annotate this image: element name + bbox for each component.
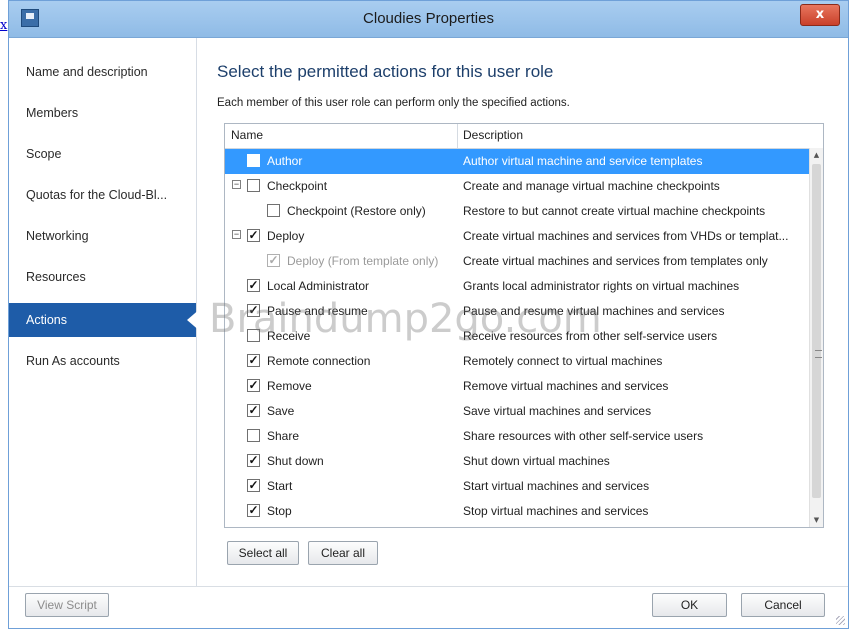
- select-all-button[interactable]: Select all: [227, 541, 299, 565]
- table-row[interactable]: ✓ Save Save virtual machines and service…: [225, 399, 811, 424]
- checkbox[interactable]: ✓: [247, 404, 260, 417]
- sidebar-item-name-and-description[interactable]: Name and description: [9, 55, 196, 89]
- checkbox[interactable]: ✓: [267, 254, 280, 267]
- watermark: Braindump2go.com: [209, 296, 602, 342]
- page-heading: Select the permitted actions for this us…: [217, 62, 554, 81]
- action-description: Create virtual machines and services fro…: [463, 229, 789, 243]
- collapse-icon[interactable]: −: [232, 230, 241, 239]
- action-name: Save: [267, 404, 295, 418]
- page-description: Each member of this user role can perfor…: [217, 97, 570, 109]
- cancel-button[interactable]: Cancel: [741, 593, 825, 617]
- action-description: Start virtual machines and services: [463, 479, 650, 493]
- clear-all-button[interactable]: Clear all: [308, 541, 378, 565]
- action-name: Deploy (From template only): [287, 254, 439, 268]
- action-description: Stop virtual machines and services: [463, 504, 649, 518]
- sidebar-item-actions[interactable]: Actions: [9, 303, 196, 337]
- left-link[interactable]: x: [0, 18, 7, 33]
- sidebar-item-resources[interactable]: Resources: [9, 260, 196, 294]
- close-button[interactable]: x: [800, 4, 840, 26]
- scroll-up-arrow-icon[interactable]: ▲: [810, 148, 823, 162]
- table-row[interactable]: Share Share resources with other self-se…: [225, 424, 811, 449]
- action-name: Start: [267, 479, 293, 493]
- title-bar: Cloudies Properties x: [9, 1, 848, 38]
- action-description: Shut down virtual machines: [463, 454, 610, 468]
- action-description: Save virtual machines and services: [463, 404, 652, 418]
- table-row[interactable]: ✓ Deploy (From template only) Create vir…: [225, 249, 811, 274]
- action-description: Grants local administrator rights on vir…: [463, 279, 740, 293]
- action-description: Create and manage virtual machine checkp…: [463, 179, 720, 193]
- ok-button[interactable]: OK: [652, 593, 727, 617]
- table-row[interactable]: ✓ Remote connection Remotely connect to …: [225, 349, 811, 374]
- checkbox[interactable]: [247, 429, 260, 442]
- table-row[interactable]: ✓ Shut down Shut down virtual machines: [225, 449, 811, 474]
- action-description: Create virtual machines and services fro…: [463, 254, 768, 268]
- action-description: Restore to but cannot create virtual mac…: [463, 204, 766, 218]
- action-name: Share: [267, 429, 300, 443]
- checkbox[interactable]: ✓: [247, 379, 260, 392]
- action-description: Remove virtual machines and services: [463, 379, 669, 393]
- table-header: Name Description: [225, 124, 811, 149]
- scrollbar-thumb[interactable]: [812, 164, 822, 498]
- checkbox[interactable]: [267, 204, 280, 217]
- sidebar-item-networking[interactable]: Networking: [9, 219, 196, 253]
- checkbox[interactable]: [247, 179, 260, 192]
- table-row[interactable]: ✓ Remove Remove virtual machines and ser…: [225, 374, 811, 399]
- action-name: Checkpoint (Restore only): [287, 204, 426, 218]
- active-indicator-arrow: [187, 308, 201, 332]
- action-name: Remote connection: [267, 354, 371, 368]
- checkbox[interactable]: ✓: [247, 354, 260, 367]
- action-name: Local Administrator: [267, 279, 370, 293]
- action-name: Deploy: [267, 229, 305, 243]
- action-name: Stop: [267, 504, 292, 518]
- action-name: Shut down: [267, 454, 324, 468]
- collapse-icon[interactable]: −: [232, 180, 241, 189]
- table-row[interactable]: Author Author virtual machine and servic…: [225, 149, 811, 174]
- vertical-scrollbar[interactable]: ▲ ▼: [809, 148, 823, 527]
- checkbox[interactable]: [247, 154, 260, 167]
- action-description: Remotely connect to virtual machines: [463, 354, 663, 368]
- action-description: Share resources with other self-service …: [463, 429, 704, 443]
- column-divider[interactable]: [457, 124, 458, 148]
- sidebar-item-quotas[interactable]: Quotas for the Cloud-Bl...: [9, 178, 196, 212]
- checkbox[interactable]: ✓: [247, 504, 260, 517]
- action-name: Remove: [267, 379, 312, 393]
- footer-divider: [9, 586, 848, 587]
- action-description: Author virtual machine and service templ…: [463, 154, 703, 168]
- checkbox[interactable]: ✓: [247, 479, 260, 492]
- checkbox[interactable]: ✓: [247, 279, 260, 292]
- table-row[interactable]: − Checkpoint Create and manage virtual m…: [225, 174, 811, 199]
- view-script-button[interactable]: View Script: [25, 593, 109, 617]
- properties-dialog: Cloudies Properties x Name and descripti…: [8, 0, 849, 629]
- column-header-name[interactable]: Name: [231, 128, 263, 142]
- sidebar: Name and description Members Scope Quota…: [9, 38, 201, 586]
- action-name: Author: [267, 154, 303, 168]
- sidebar-item-scope[interactable]: Scope: [9, 137, 196, 171]
- checkbox[interactable]: ✓: [247, 229, 260, 242]
- table-row[interactable]: Checkpoint (Restore only) Restore to but…: [225, 199, 811, 224]
- scroll-down-arrow-icon[interactable]: ▼: [810, 513, 823, 527]
- table-row[interactable]: − ✓ Deploy Create virtual machines and s…: [225, 224, 811, 249]
- sidebar-item-members[interactable]: Members: [9, 96, 196, 130]
- checkbox[interactable]: ✓: [247, 454, 260, 467]
- table-row[interactable]: ✓ Start Start virtual machines and servi…: [225, 474, 811, 499]
- table-row[interactable]: ✓ Stop Stop virtual machines and service…: [225, 499, 811, 524]
- column-header-description[interactable]: Description: [463, 128, 523, 142]
- resize-grip-icon[interactable]: [836, 616, 845, 625]
- scrollbar-grip-icon: [815, 350, 822, 358]
- window-title: Cloudies Properties: [363, 10, 494, 27]
- action-name: Checkpoint: [267, 179, 328, 193]
- sidebar-item-run-as-accounts[interactable]: Run As accounts: [9, 344, 196, 378]
